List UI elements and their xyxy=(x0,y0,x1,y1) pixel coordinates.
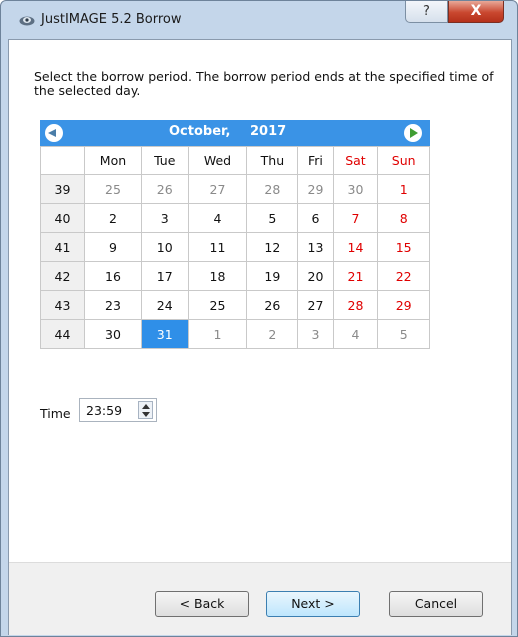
week-number-header xyxy=(40,146,85,175)
calendar-day[interactable]: 20 xyxy=(297,261,334,291)
calendar-day-selected[interactable]: 31 xyxy=(140,319,189,349)
calendar-day[interactable]: 3 xyxy=(140,203,189,233)
time-label: Time xyxy=(40,406,71,421)
weekday-header-sun: Sun xyxy=(377,146,430,175)
calendar-day[interactable]: 16 xyxy=(84,261,142,291)
calendar-day[interactable]: 27 xyxy=(187,174,248,204)
calendar-day[interactable]: 23 xyxy=(84,290,142,320)
week-number: 39 xyxy=(40,174,85,204)
calendar-day[interactable]: 7 xyxy=(332,203,379,233)
month-selector[interactable]: October, xyxy=(169,124,230,139)
calendar-day[interactable]: 4 xyxy=(187,203,248,233)
calendar-day[interactable]: 19 xyxy=(246,261,299,291)
calendar-day[interactable]: 11 xyxy=(187,232,248,262)
calendar-day[interactable]: 22 xyxy=(377,261,430,291)
calendar-grid: Mon Tue Wed Thu Fri Sat Sun 39 25 26 27 … xyxy=(40,146,430,349)
close-button[interactable]: X xyxy=(448,1,504,23)
calendar-day[interactable]: 6 xyxy=(297,203,334,233)
calendar-day[interactable]: 30 xyxy=(84,319,142,349)
previous-month-icon[interactable] xyxy=(45,124,63,142)
calendar-day[interactable]: 5 xyxy=(246,203,299,233)
calendar-day[interactable]: 15 xyxy=(377,232,430,262)
calendar-day[interactable]: 18 xyxy=(187,261,248,291)
calendar-week-row: 42 16 17 18 19 20 21 22 xyxy=(40,261,430,291)
week-number: 42 xyxy=(40,261,85,291)
calendar-day[interactable]: 29 xyxy=(297,174,334,204)
weekday-header-thu: Thu xyxy=(246,146,299,175)
spin-up-icon[interactable] xyxy=(142,404,150,409)
calendar-day[interactable]: 29 xyxy=(377,290,430,320)
weekday-header-wed: Wed xyxy=(187,146,248,175)
calendar: October, 2017 Mon Tue Wed Thu Fri Sat Su… xyxy=(40,120,430,349)
calendar-day[interactable]: 5 xyxy=(377,319,430,349)
button-bar: < Back Next > Cancel xyxy=(9,562,511,635)
app-icon xyxy=(19,16,35,26)
calendar-day[interactable]: 26 xyxy=(246,290,299,320)
week-number: 43 xyxy=(40,290,85,320)
help-button[interactable]: ? xyxy=(405,1,448,23)
calendar-day[interactable]: 17 xyxy=(140,261,189,291)
calendar-day[interactable]: 4 xyxy=(332,319,379,349)
calendar-day[interactable]: 14 xyxy=(332,232,379,262)
year-selector[interactable]: 2017 xyxy=(250,124,286,139)
calendar-day[interactable]: 8 xyxy=(377,203,430,233)
weekday-header-fri: Fri xyxy=(297,146,334,175)
calendar-day[interactable]: 30 xyxy=(332,174,379,204)
calendar-day[interactable]: 2 xyxy=(246,319,299,349)
spin-down-icon[interactable] xyxy=(142,412,150,417)
calendar-navigation: October, 2017 xyxy=(40,120,430,146)
next-button[interactable]: Next > xyxy=(266,591,360,617)
calendar-week-row: 44 30 31 1 2 3 4 5 xyxy=(40,319,430,349)
calendar-day[interactable]: 26 xyxy=(140,174,189,204)
calendar-day[interactable]: 13 xyxy=(297,232,334,262)
calendar-day[interactable]: 27 xyxy=(297,290,334,320)
window-title: JustIMAGE 5.2 Borrow xyxy=(41,12,182,27)
weekday-header-mon: Mon xyxy=(84,146,142,175)
weekday-header-sat: Sat xyxy=(332,146,379,175)
calendar-day[interactable]: 12 xyxy=(246,232,299,262)
week-number: 44 xyxy=(40,319,85,349)
time-spin-buttons[interactable] xyxy=(138,401,153,419)
title-bar: JustIMAGE 5.2 Borrow ? X xyxy=(1,1,517,39)
calendar-day[interactable]: 28 xyxy=(246,174,299,204)
dialog-content: Select the borrow period. The borrow per… xyxy=(8,39,512,635)
weekday-header-tue: Tue xyxy=(140,146,189,175)
back-button[interactable]: < Back xyxy=(155,591,249,617)
calendar-day[interactable]: 24 xyxy=(140,290,189,320)
calendar-day[interactable]: 10 xyxy=(140,232,189,262)
calendar-week-row: 43 23 24 25 26 27 28 29 xyxy=(40,290,430,320)
calendar-day[interactable]: 25 xyxy=(84,174,142,204)
calendar-day[interactable]: 2 xyxy=(84,203,142,233)
calendar-day[interactable]: 28 xyxy=(332,290,379,320)
week-number: 40 xyxy=(40,203,85,233)
calendar-day[interactable]: 1 xyxy=(377,174,430,204)
next-month-icon[interactable] xyxy=(404,124,422,142)
instructions-text: Select the borrow period. The borrow per… xyxy=(34,69,494,98)
cancel-button[interactable]: Cancel xyxy=(389,591,483,617)
calendar-day[interactable]: 25 xyxy=(187,290,248,320)
calendar-day[interactable]: 9 xyxy=(84,232,142,262)
time-input[interactable]: 23:59 xyxy=(79,398,157,422)
calendar-day[interactable]: 21 xyxy=(332,261,379,291)
calendar-day[interactable]: 3 xyxy=(297,319,334,349)
calendar-day[interactable]: 1 xyxy=(187,319,248,349)
borrow-dialog-window: JustIMAGE 5.2 Borrow ? X Select the borr… xyxy=(0,0,518,637)
calendar-week-row: 39 25 26 27 28 29 30 1 xyxy=(40,174,430,204)
calendar-week-row: 41 9 10 11 12 13 14 15 xyxy=(40,232,430,262)
calendar-week-row: 40 2 3 4 5 6 7 8 xyxy=(40,203,430,233)
weekday-header-row: Mon Tue Wed Thu Fri Sat Sun xyxy=(40,146,430,175)
week-number: 41 xyxy=(40,232,85,262)
time-value[interactable]: 23:59 xyxy=(86,403,122,418)
